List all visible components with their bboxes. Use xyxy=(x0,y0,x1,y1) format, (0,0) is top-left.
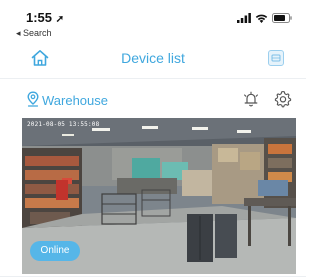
battery-icon xyxy=(272,13,292,23)
cellular-signal-icon xyxy=(237,13,251,23)
settings-gear-icon[interactable] xyxy=(274,90,292,108)
alarm-bell-icon[interactable] xyxy=(242,90,260,108)
tile-view-icon[interactable] xyxy=(268,50,284,66)
camera-feed[interactable]: 2021-08-05 13:55:08 Online xyxy=(22,118,296,274)
online-status-badge: Online xyxy=(30,241,80,261)
location-header: Warehouse xyxy=(0,88,306,114)
wifi-icon xyxy=(255,14,268,23)
status-bar: 1:55 ➚ ◂ Search xyxy=(0,0,306,40)
page-title: Device list xyxy=(121,50,185,66)
location-name[interactable]: Warehouse xyxy=(42,93,108,108)
back-to-search-link[interactable]: ◂ Search xyxy=(16,28,52,39)
clock-time: 1:55 ➚ xyxy=(26,10,65,25)
location-pin-icon xyxy=(27,91,39,107)
video-timestamp: 2021-08-05 13:55:08 xyxy=(27,121,100,128)
status-icons xyxy=(237,13,292,23)
bottom-divider xyxy=(0,276,306,277)
navigation-bar: Device list xyxy=(0,42,306,76)
location-arrow-icon: ➚ xyxy=(55,14,65,25)
header-divider xyxy=(0,78,306,79)
